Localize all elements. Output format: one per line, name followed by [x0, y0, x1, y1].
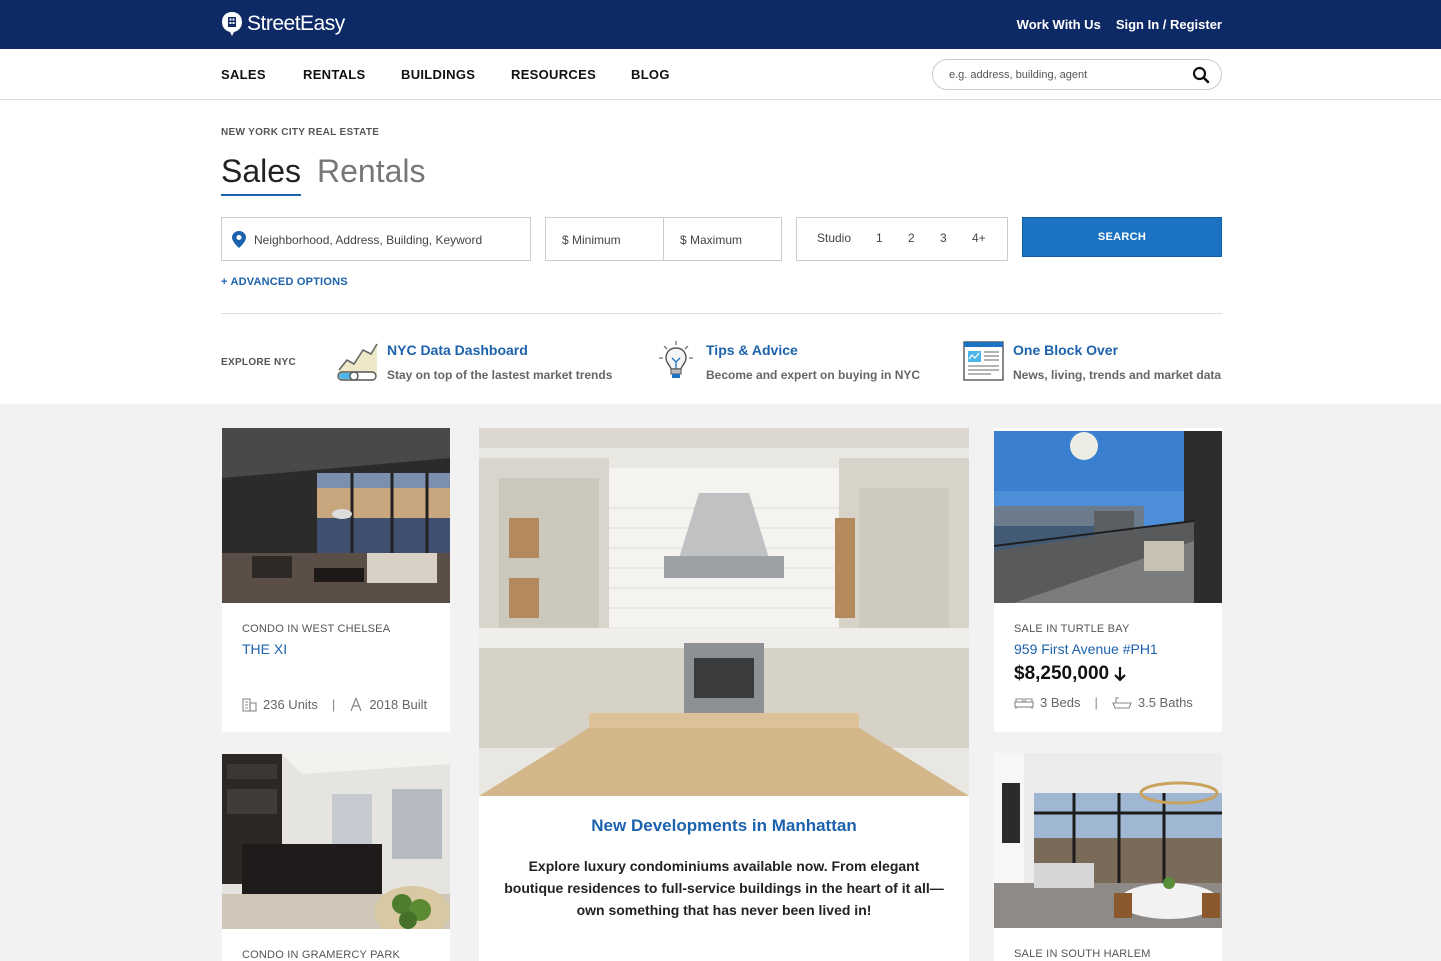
lightbulb-icon [659, 341, 693, 378]
header-search-input[interactable] [949, 66, 1179, 84]
bathroom-count: 3.5 Baths [1137, 695, 1193, 710]
min-placeholder: $ Minimum [562, 233, 621, 247]
listing-name[interactable]: THE XI [242, 641, 287, 657]
top-bar: StreetEasy Work With Us Sign In / Regist… [0, 0, 1441, 49]
explore-subtitle: Stay on top of the lastest market trends [387, 368, 613, 382]
brand-name: StreetEasy [247, 12, 345, 35]
bedrooms-selector: Studio 1 2 3 4+ [796, 217, 1008, 261]
map-pin-icon [232, 231, 246, 248]
explore-title: NYC Data Dashboard [387, 342, 528, 358]
tab-rentals[interactable]: Rentals [317, 153, 426, 190]
listing-price-row: $8,250,000 [1014, 663, 1127, 685]
listing-price: $8,250,000 [1014, 663, 1110, 684]
price-drop-arrow-icon [1114, 667, 1126, 682]
year-built: 2018 Built [369, 697, 428, 712]
separator: | [331, 697, 336, 712]
listing-type: CONDO IN WEST CHELSEA [242, 623, 391, 635]
price-minimum-field[interactable]: $ Minimum [545, 217, 664, 261]
nav-buildings[interactable]: BUILDINGS [401, 67, 475, 82]
bedroom-count: 3 Beds [1040, 695, 1081, 710]
listing-photo[interactable] [994, 753, 1222, 928]
listing-address[interactable]: 959 First Avenue #PH1 [1014, 641, 1158, 657]
crane-icon [350, 697, 362, 712]
listing-type: SALE IN TURTLE BAY [1014, 623, 1130, 635]
bed-option-2[interactable]: 2 [908, 231, 915, 245]
bed-option-1[interactable]: 1 [876, 231, 883, 245]
explore-subtitle: Become and expert on buying in NYC [706, 368, 921, 382]
newspaper-icon [963, 341, 1004, 381]
sign-in-register-link[interactable]: Sign In / Register [1116, 17, 1222, 32]
units-count: 236 Units [263, 697, 318, 712]
listing-card-gramercy[interactable]: CONDO IN GRAMERCY PARK [222, 754, 450, 961]
search-icon[interactable] [1192, 66, 1210, 84]
building-icon [242, 697, 257, 712]
nav-rentals[interactable]: RENTALS [303, 67, 366, 82]
bed-icon [1014, 698, 1034, 709]
bed-option-4-plus[interactable]: 4+ [972, 231, 986, 245]
listing-stats: 236 Units | 2018 Built [242, 697, 427, 712]
feature-description: Explore luxury condominiums available no… [504, 858, 944, 918]
price-maximum-field[interactable]: $ Maximum [663, 217, 782, 261]
location-field[interactable]: Neighborhood, Address, Building, Keyword [221, 217, 531, 261]
search-button[interactable]: SEARCH [1022, 217, 1222, 257]
bed-option-studio[interactable]: Studio [817, 231, 851, 245]
explore-label: EXPLORE NYC [221, 357, 296, 368]
nav-sales[interactable]: SALES [221, 67, 266, 82]
divider [221, 313, 1222, 314]
listing-photo[interactable] [222, 428, 450, 603]
location-placeholder: Neighborhood, Address, Building, Keyword [254, 233, 483, 247]
feature-card-new-developments[interactable]: New Developments in Manhattan Explore lu… [479, 428, 969, 961]
listing-card-959-first-avenue[interactable]: SALE IN TURTLE BAY 959 First Avenue #PH1… [994, 428, 1222, 732]
listing-photo[interactable] [222, 754, 450, 929]
listing-type: CONDO IN GRAMERCY PARK [242, 949, 401, 961]
nav-resources[interactable]: RESOURCES [511, 67, 596, 82]
feature-photo[interactable] [479, 428, 969, 796]
max-placeholder: $ Maximum [680, 233, 743, 247]
main-nav: SALES RENTALS BUILDINGS RESOURCES BLOG [0, 49, 1441, 100]
listing-type: SALE IN SOUTH HARLEM [1014, 948, 1151, 960]
bathtub-icon [1112, 696, 1132, 709]
advanced-options-link[interactable]: + ADVANCED OPTIONS [221, 276, 348, 288]
explore-title: One Block Over [1013, 342, 1119, 358]
streeteasy-logo[interactable]: StreetEasy [221, 11, 345, 37]
header-search [932, 59, 1222, 90]
tab-sales[interactable]: Sales [221, 153, 302, 196]
explore-title: Tips & Advice [706, 342, 798, 358]
nav-blog[interactable]: BLOG [631, 67, 670, 82]
bed-option-3[interactable]: 3 [940, 231, 947, 245]
listing-card-the-xi[interactable]: CONDO IN WEST CHELSEA THE XI 236 Units |… [222, 428, 450, 732]
logo-icon [222, 12, 242, 36]
listing-card-south-harlem[interactable]: SALE IN SOUTH HARLEM [994, 753, 1222, 961]
chart-icon [337, 343, 378, 381]
feature-title[interactable]: New Developments in Manhattan [479, 816, 969, 836]
listing-stats: 3 Beds | 3.5 Baths [1014, 695, 1193, 710]
separator: | [1094, 695, 1098, 710]
listing-photo[interactable] [994, 431, 1222, 603]
work-with-us-link[interactable]: Work With Us [1017, 17, 1101, 32]
page-eyebrow: NEW YORK CITY REAL ESTATE [221, 127, 380, 138]
explore-subtitle: News, living, trends and market data [1013, 368, 1222, 382]
